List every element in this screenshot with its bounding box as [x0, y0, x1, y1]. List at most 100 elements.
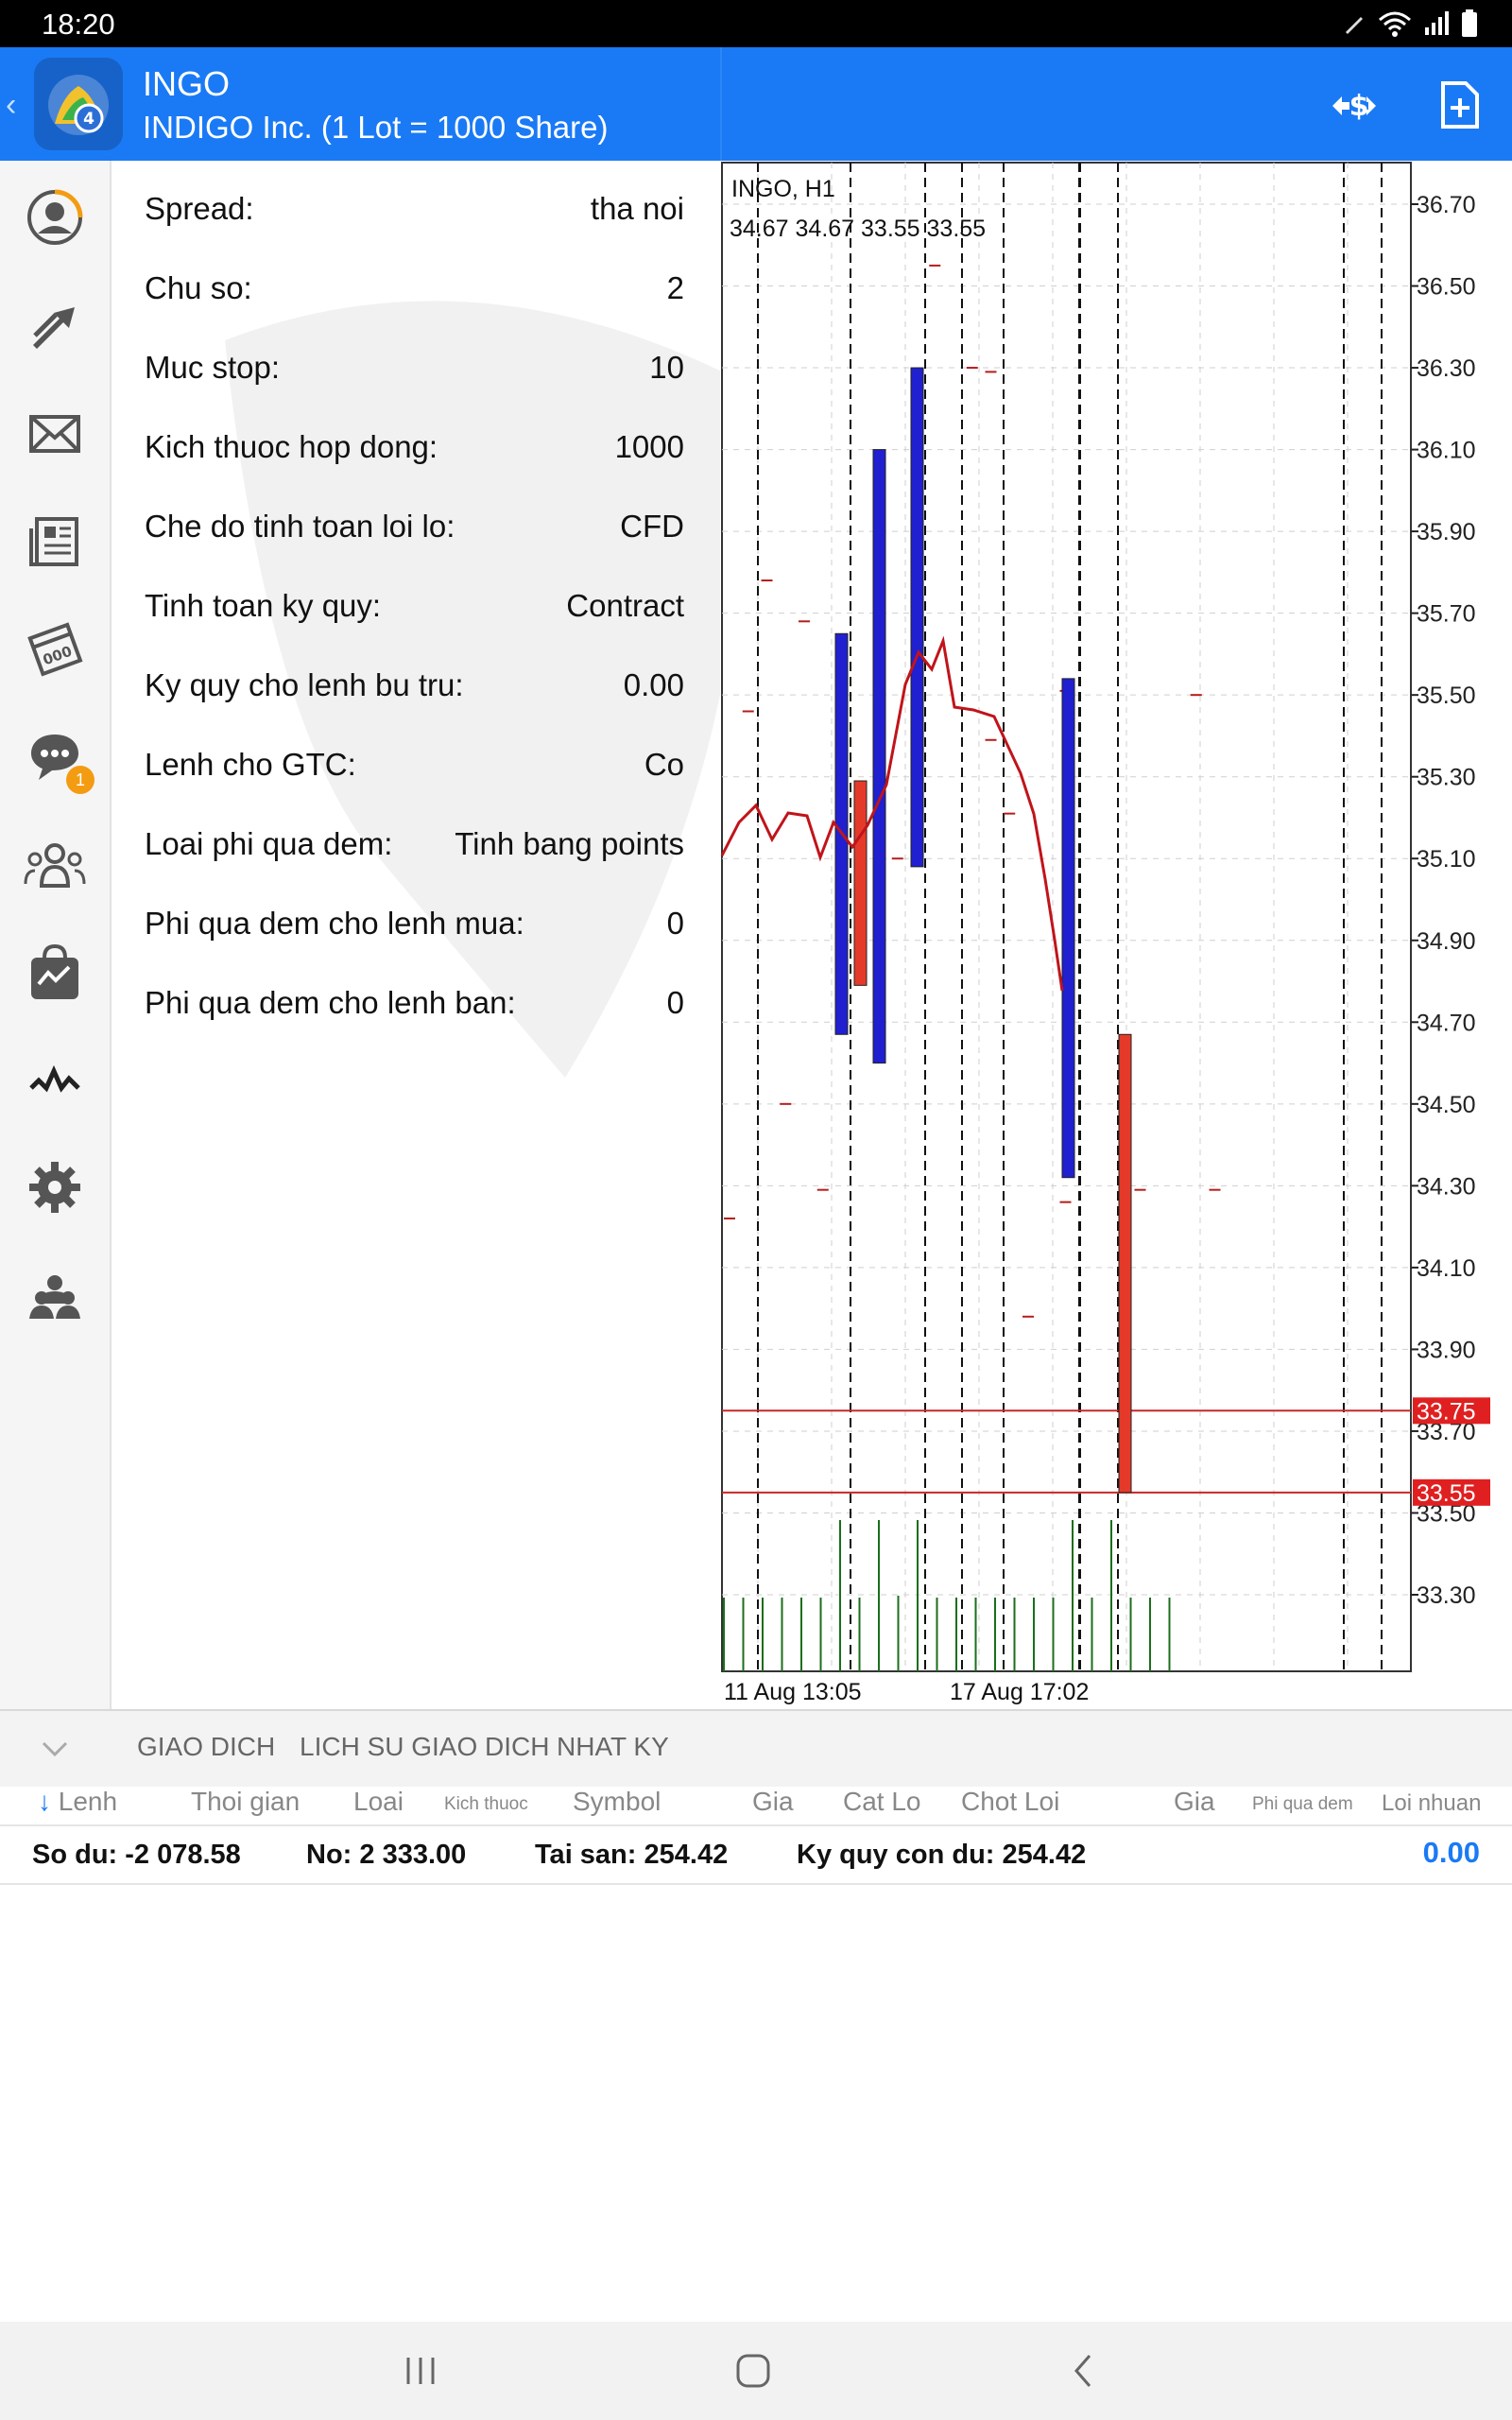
column-loai[interactable]: Loai — [353, 1787, 404, 1817]
spec-label: Phi qua dem cho lenh ban: — [145, 985, 516, 1020]
moving-average-line — [720, 635, 1064, 992]
sidebar-item-signals[interactable] — [21, 1046, 89, 1114]
signals-icon — [29, 1064, 80, 1093]
sidebar-item-community[interactable] — [21, 830, 89, 898]
home-icon[interactable] — [730, 2350, 777, 2392]
column-lenh[interactable]: ↓ Lenh — [38, 1787, 117, 1817]
sidebar: 000 1 — [0, 161, 112, 1711]
trade-currency-icon[interactable]: $ — [1327, 78, 1382, 132]
collapse-chevron-icon[interactable] — [38, 1732, 72, 1766]
y-tick-label: 34.70 — [1417, 1010, 1476, 1036]
balance-value: -2 078.58 — [125, 1840, 241, 1870]
signal-icon — [1425, 11, 1449, 35]
status-icons — [1342, 9, 1478, 38]
spec-label: Lenh cho GTC: — [145, 747, 356, 782]
spec-value: 0 — [666, 906, 684, 941]
sidebar-item-market[interactable] — [21, 938, 89, 1006]
gear-icon — [29, 1162, 80, 1213]
spec-value: Contract — [566, 588, 684, 623]
spec-label: Ky quy cho lenh bu tru: — [145, 667, 464, 702]
column-chot-loi[interactable]: Chot Loi — [961, 1787, 1059, 1817]
sidebar-item-news[interactable] — [21, 507, 89, 575]
y-tick-label: 36.70 — [1417, 192, 1476, 218]
symbol-description: INDIGO Inc. (1 Lot = 1000 Share) — [143, 110, 609, 145]
svg-text:4: 4 — [83, 110, 94, 129]
spec-value: 2 — [666, 270, 684, 305]
x-axis-label: 17 Aug 17:02 — [950, 1679, 1089, 1705]
spec-label: Tinh toan ky quy: — [145, 588, 382, 623]
news-icon — [29, 517, 78, 566]
column-gia[interactable]: Gia — [752, 1787, 794, 1817]
symbol-name: INGO — [143, 64, 231, 103]
column-gia-current[interactable]: Gia — [1174, 1787, 1215, 1817]
y-tick-label: 36.10 — [1417, 438, 1476, 464]
market-bag-icon — [31, 943, 78, 999]
chart-svg[interactable]: 36.70 36.50 36.30 36.10 35.90 35.70 35.50 35.30… — [720, 161, 1512, 1711]
spec-value: 10 — [649, 350, 684, 385]
ohlc-bar — [872, 449, 886, 1064]
sidebar-item-quotes[interactable] — [21, 183, 89, 251]
back-chevron-icon[interactable]: ‹ — [6, 87, 16, 124]
free-margin-item: Ky quy con du: 254.42 — [797, 1840, 1087, 1870]
column-symbol[interactable]: Symbol — [573, 1787, 661, 1817]
equity-value: 254.42 — [644, 1840, 729, 1870]
spec-row: Muc stop: 10 — [145, 340, 684, 397]
y-tick-label: 35.90 — [1417, 519, 1476, 545]
status-time: 18:20 — [42, 8, 115, 41]
price-line-label: 33.75 — [1417, 1398, 1476, 1425]
spec-value: 1000 — [614, 429, 684, 464]
calendar-icon: 000 — [27, 622, 83, 677]
ohlc-bar — [910, 367, 924, 868]
y-tick-label: 35.50 — [1417, 683, 1476, 709]
spec-label: Loai phi qua dem: — [145, 826, 393, 861]
y-tick-label: 36.30 — [1417, 355, 1476, 382]
back-icon[interactable] — [1060, 2350, 1108, 2392]
recent-apps-icon[interactable] — [397, 2350, 444, 2392]
spec-value: CFD — [620, 509, 684, 544]
price-chart[interactable]: 36.70 36.50 36.30 36.10 35.90 35.70 35.50 35.30… — [720, 161, 1512, 1711]
sidebar-item-chat[interactable]: 1 — [21, 722, 94, 794]
spec-row: Chu so: 2 — [145, 261, 684, 318]
spec-label: Muc stop: — [145, 350, 281, 385]
header-divider — [720, 47, 722, 161]
symbol-specification-panel: Spread: tha noi Chu so: 2 Muc stop: 10 Kich th… — [112, 161, 742, 1711]
spec-row: Ky quy cho lenh bu tru: 0.00 — [145, 658, 684, 715]
column-cat-lo[interactable]: Cat Lo — [843, 1787, 921, 1817]
sidebar-item-mail[interactable] — [21, 399, 89, 467]
spec-row: Tinh toan ky quy: Contract — [145, 579, 684, 635]
spec-label: Phi qua dem cho lenh mua: — [145, 906, 524, 941]
column-thoi-gian[interactable]: Thoi gian — [191, 1787, 300, 1817]
y-tick-label: 34.90 — [1417, 928, 1476, 955]
y-tick-label: 33.90 — [1417, 1337, 1476, 1363]
spec-row: Che do tinh toan loi lo: CFD — [145, 499, 684, 556]
price-line-label: 33.55 — [1417, 1480, 1476, 1507]
spec-row: Loai phi qua dem: Tinh bang points — [145, 817, 684, 873]
balance-item: So du: -2 078.58 — [32, 1840, 241, 1870]
metatrader-logo-icon[interactable]: 4 — [34, 58, 123, 150]
new-order-icon[interactable] — [1432, 78, 1486, 132]
free-margin-value: 254.42 — [1002, 1840, 1087, 1870]
spec-label: Che do tinh toan loi lo: — [145, 509, 455, 544]
equity-item: Tai san: 254.42 — [535, 1840, 729, 1870]
column-kich-thuoc[interactable]: Kich thuoc — [444, 1794, 528, 1815]
chart-ohlc-label: 34.67 34.67 33.55 33.55 — [730, 216, 986, 242]
battery-icon — [1462, 9, 1477, 37]
pen-icon — [1346, 17, 1363, 34]
sidebar-item-traders[interactable] — [21, 1261, 89, 1329]
account-icon — [27, 189, 83, 245]
spec-row: Kich thuoc hop dong: 1000 — [145, 420, 684, 476]
column-loi-nhuan[interactable]: Loi nhuan — [1382, 1790, 1481, 1817]
spec-value: Tinh bang points — [455, 826, 684, 861]
column-phi-qua-dem[interactable]: Phi qua dem — [1252, 1794, 1353, 1815]
trade-arrows-icon — [33, 307, 75, 349]
tab-giao-dich[interactable]: GIAO DICH — [137, 1732, 275, 1762]
sidebar-item-trade[interactable] — [21, 291, 89, 359]
tab-lich-su-giao-dich[interactable]: LICH SU GIAO DICH — [300, 1732, 549, 1762]
tab-nhat-ky[interactable]: NHAT KY — [557, 1732, 669, 1762]
sidebar-item-calendar[interactable]: 000 — [21, 614, 89, 683]
svg-text:$: $ — [1349, 90, 1369, 123]
ohlc-bar — [1061, 678, 1075, 1179]
sidebar-item-settings[interactable] — [21, 1153, 89, 1221]
total-profit: 0.00 — [1422, 1836, 1480, 1869]
trade-table-header: ↓ Lenh Thoi gian Loai Kich thuoc Symbol … — [0, 1787, 1512, 1826]
